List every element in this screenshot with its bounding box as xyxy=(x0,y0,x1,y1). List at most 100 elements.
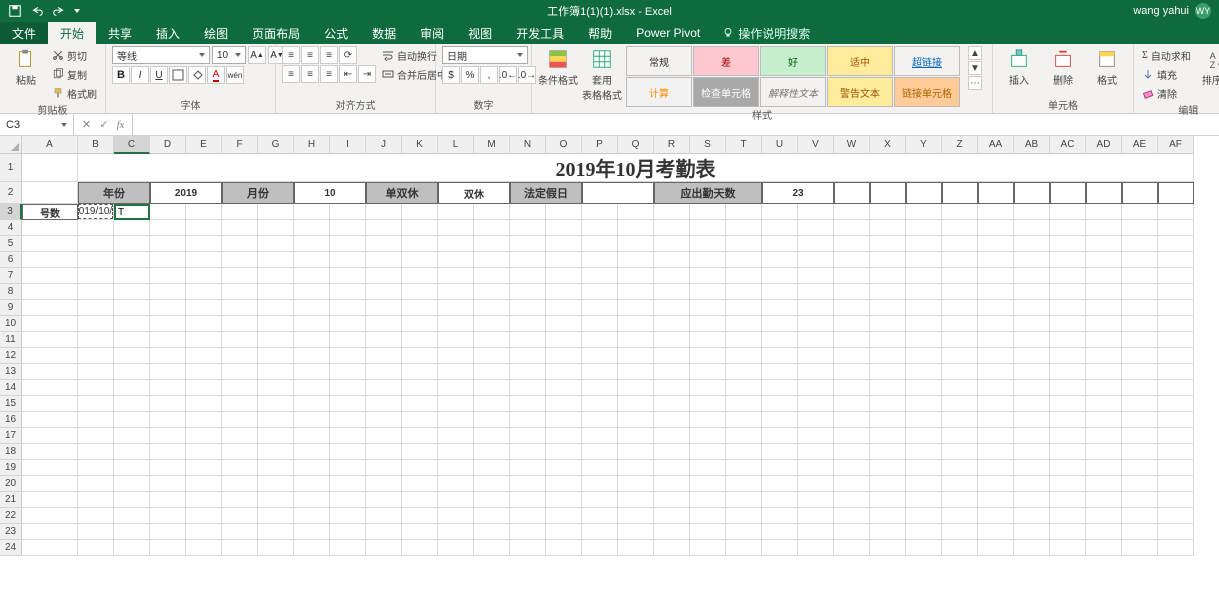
cell-N4[interactable] xyxy=(510,220,546,236)
cell-Y12[interactable] xyxy=(906,348,942,364)
cell-AE16[interactable] xyxy=(1122,412,1158,428)
cell-N6[interactable] xyxy=(510,252,546,268)
cell-W11[interactable] xyxy=(834,332,870,348)
style-more[interactable]: ⋯ xyxy=(968,76,982,90)
cell-N3[interactable] xyxy=(510,204,546,220)
cell-X19[interactable] xyxy=(870,460,906,476)
cell-V6[interactable] xyxy=(798,252,834,268)
cell-K12[interactable] xyxy=(402,348,438,364)
cell-I19[interactable] xyxy=(330,460,366,476)
cell-X21[interactable] xyxy=(870,492,906,508)
cell-U12[interactable] xyxy=(762,348,798,364)
cell-V4[interactable] xyxy=(798,220,834,236)
cell-P9[interactable] xyxy=(582,300,618,316)
cell-G7[interactable] xyxy=(258,268,294,284)
cell-B13[interactable] xyxy=(78,364,114,380)
cell-M5[interactable] xyxy=(474,236,510,252)
cell-X6[interactable] xyxy=(870,252,906,268)
cell-V7[interactable] xyxy=(798,268,834,284)
cell-M15[interactable] xyxy=(474,396,510,412)
cell-B7[interactable] xyxy=(78,268,114,284)
cell-B17[interactable] xyxy=(78,428,114,444)
cell-V18[interactable] xyxy=(798,444,834,460)
cell-AE20[interactable] xyxy=(1122,476,1158,492)
cell-A23[interactable] xyxy=(22,524,78,540)
cell-I7[interactable] xyxy=(330,268,366,284)
cell-G16[interactable] xyxy=(258,412,294,428)
cell-I21[interactable] xyxy=(330,492,366,508)
cell-N12[interactable] xyxy=(510,348,546,364)
cell-G23[interactable] xyxy=(258,524,294,540)
cell-N5[interactable] xyxy=(510,236,546,252)
cell-D6[interactable] xyxy=(150,252,186,268)
cell-T6[interactable] xyxy=(726,252,762,268)
cell-AD12[interactable] xyxy=(1086,348,1122,364)
cell-I9[interactable] xyxy=(330,300,366,316)
cell-AF15[interactable] xyxy=(1158,396,1194,412)
cell-AE8[interactable] xyxy=(1122,284,1158,300)
cell-K9[interactable] xyxy=(402,300,438,316)
cell-O24[interactable] xyxy=(546,540,582,556)
cell-S17[interactable] xyxy=(690,428,726,444)
cell-P15[interactable] xyxy=(582,396,618,412)
cell-X10[interactable] xyxy=(870,316,906,332)
cell-J4[interactable] xyxy=(366,220,402,236)
cell-R12[interactable] xyxy=(654,348,690,364)
name-box[interactable]: C3 xyxy=(0,114,74,135)
cell-D9[interactable] xyxy=(150,300,186,316)
cell-I18[interactable] xyxy=(330,444,366,460)
cell-B3[interactable]: 2019/10/1 xyxy=(78,204,114,220)
cell-I14[interactable] xyxy=(330,380,366,396)
column-header-W[interactable]: W xyxy=(834,136,870,154)
column-header-X[interactable]: X xyxy=(870,136,906,154)
cell-G20[interactable] xyxy=(258,476,294,492)
cell-E4[interactable] xyxy=(186,220,222,236)
cell-Y18[interactable] xyxy=(906,444,942,460)
cell-Y9[interactable] xyxy=(906,300,942,316)
cell-Z21[interactable] xyxy=(942,492,978,508)
cell-S12[interactable] xyxy=(690,348,726,364)
cell-M22[interactable] xyxy=(474,508,510,524)
cell-A24[interactable] xyxy=(22,540,78,556)
cell-X9[interactable] xyxy=(870,300,906,316)
cell-AF2[interactable] xyxy=(1158,182,1194,204)
cell-M24[interactable] xyxy=(474,540,510,556)
cell-Z22[interactable] xyxy=(942,508,978,524)
cell-V3[interactable] xyxy=(798,204,834,220)
align-bottom-button[interactable]: ≡ xyxy=(320,46,338,64)
cell-AE12[interactable] xyxy=(1122,348,1158,364)
cell-F22[interactable] xyxy=(222,508,258,524)
cell-AF17[interactable] xyxy=(1158,428,1194,444)
cell-AB17[interactable] xyxy=(1014,428,1050,444)
cell-AE15[interactable] xyxy=(1122,396,1158,412)
cell-U24[interactable] xyxy=(762,540,798,556)
cell-R16[interactable] xyxy=(654,412,690,428)
cell-S5[interactable] xyxy=(690,236,726,252)
cell-Y10[interactable] xyxy=(906,316,942,332)
column-header-G[interactable]: G xyxy=(258,136,294,154)
conditional-format-button[interactable]: 条件格式 xyxy=(538,46,578,87)
cell-F14[interactable] xyxy=(222,380,258,396)
cell-A5[interactable] xyxy=(22,236,78,252)
cell-E6[interactable] xyxy=(186,252,222,268)
cell-M11[interactable] xyxy=(474,332,510,348)
row-header-8[interactable]: 8 xyxy=(0,284,22,300)
cell-W8[interactable] xyxy=(834,284,870,300)
cell-L22[interactable] xyxy=(438,508,474,524)
cell-J17[interactable] xyxy=(366,428,402,444)
cell-AD6[interactable] xyxy=(1086,252,1122,268)
cell-AB5[interactable] xyxy=(1014,236,1050,252)
cell-B10[interactable] xyxy=(78,316,114,332)
tab-home[interactable]: 开始 xyxy=(48,22,96,44)
tab-data[interactable]: 数据 xyxy=(360,22,408,44)
cell-Z3[interactable] xyxy=(942,204,978,220)
style-warning[interactable]: 警告文本 xyxy=(827,77,893,107)
cell-T4[interactable] xyxy=(726,220,762,236)
cell-S11[interactable] xyxy=(690,332,726,348)
cell-V9[interactable] xyxy=(798,300,834,316)
cell-AE18[interactable] xyxy=(1122,444,1158,460)
cell-E19[interactable] xyxy=(186,460,222,476)
cell-Z6[interactable] xyxy=(942,252,978,268)
cell-L24[interactable] xyxy=(438,540,474,556)
cell-T7[interactable] xyxy=(726,268,762,284)
